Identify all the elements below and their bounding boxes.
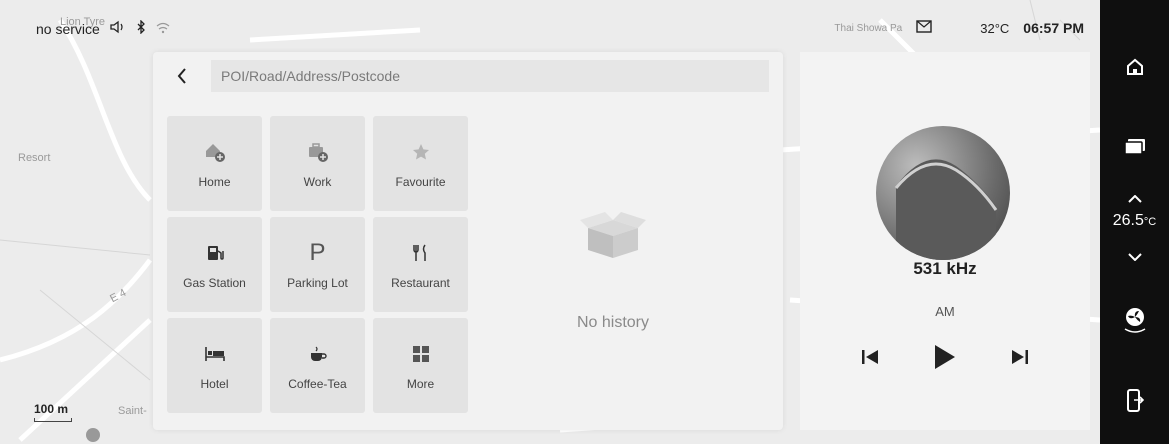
empty-box-icon	[580, 212, 646, 258]
outside-temperature: 32°C	[980, 20, 1010, 36]
phone-icon	[1126, 389, 1144, 412]
cabin-temperature-unit: °C	[1143, 216, 1157, 228]
previous-button[interactable]	[860, 348, 880, 366]
temp-down-button[interactable]	[1100, 248, 1169, 266]
home-button[interactable]	[1100, 52, 1169, 82]
fan-button[interactable]	[1100, 300, 1169, 340]
cabin-temperature-value: 26.5	[1112, 212, 1144, 229]
previous-icon	[862, 350, 878, 364]
category-home[interactable]: Home	[167, 116, 262, 211]
parking-icon: P	[309, 238, 326, 266]
search-panel: Home Work Favourite Gas Station P Parkin…	[153, 52, 783, 430]
category-grid: Home Work Favourite Gas Station P Parkin…	[167, 116, 468, 413]
cabin-temperature: 26.5°C	[1100, 212, 1169, 230]
category-coffee-tea[interactable]: Coffee-Tea	[270, 318, 365, 413]
chevron-down-icon	[1127, 253, 1142, 261]
category-label: Parking Lot	[287, 275, 348, 290]
wifi-icon	[156, 21, 170, 37]
category-label: Work	[303, 174, 332, 189]
back-button[interactable]	[167, 61, 197, 91]
map-label: Saint-	[118, 405, 147, 417]
map-place-label: Thai Showa Pa	[834, 22, 903, 34]
phone-projection-button[interactable]	[1100, 386, 1169, 416]
category-label: Favourite	[395, 174, 446, 189]
star-icon	[411, 139, 431, 165]
work-add-icon	[307, 139, 329, 165]
category-hotel[interactable]: Hotel	[167, 318, 262, 413]
category-parking-lot[interactable]: P Parking Lot	[270, 217, 365, 312]
system-rail: 26.5°C	[1100, 0, 1169, 444]
fan-icon	[1124, 308, 1145, 333]
category-work[interactable]: Work	[270, 116, 365, 211]
back-chevron-icon	[177, 68, 186, 84]
search-input[interactable]	[211, 60, 769, 92]
screen-switch-icon	[1123, 139, 1145, 155]
chevron-up-icon	[1127, 195, 1142, 203]
coffee-icon	[308, 341, 328, 367]
temp-up-button[interactable]	[1100, 190, 1169, 208]
media-card[interactable]: 531 kHz AM	[800, 52, 1090, 430]
category-gas-station[interactable]: Gas Station	[167, 217, 262, 312]
home-icon	[1126, 58, 1143, 75]
signal-status: no service	[36, 20, 100, 37]
no-history-label: No history	[576, 314, 650, 331]
category-label: Coffee-Tea	[288, 376, 347, 391]
next-button[interactable]	[1010, 348, 1030, 366]
map-scale: 100 m	[34, 402, 69, 416]
map-scale-bar	[34, 418, 72, 422]
hotel-icon	[204, 341, 226, 367]
category-label: Hotel	[200, 376, 229, 391]
status-bar: no service Thai Showa Pa 32°C 06:57 PM	[0, 0, 1100, 40]
playback-controls	[860, 342, 1030, 372]
history-empty-state: No history	[513, 212, 713, 332]
screen-switch-button[interactable]	[1100, 132, 1169, 162]
category-restaurant[interactable]: Restaurant	[373, 217, 468, 312]
message-icon	[916, 20, 932, 36]
gas-station-icon	[205, 240, 225, 266]
category-label: More	[406, 376, 435, 391]
map-label: Resort	[18, 152, 51, 164]
volume-icon	[110, 20, 126, 37]
category-favourite[interactable]: Favourite	[373, 116, 468, 211]
category-label: Home	[198, 174, 231, 189]
search-row	[167, 58, 769, 94]
next-icon	[1012, 350, 1028, 364]
home-add-icon	[204, 139, 226, 165]
more-grid-icon	[412, 341, 430, 367]
album-art	[876, 126, 1010, 260]
play-button[interactable]	[933, 343, 957, 371]
radio-band: AM	[935, 304, 955, 319]
category-label: Gas Station	[183, 275, 246, 290]
restaurant-icon	[411, 240, 431, 266]
map-poi-icon	[86, 428, 100, 442]
category-more[interactable]: More	[373, 318, 468, 413]
category-label: Restaurant	[391, 275, 450, 290]
bluetooth-icon	[136, 19, 146, 37]
radio-frequency: 531 kHz	[913, 259, 977, 278]
clock: 06:57 PM	[1023, 20, 1084, 36]
play-icon	[935, 345, 955, 369]
